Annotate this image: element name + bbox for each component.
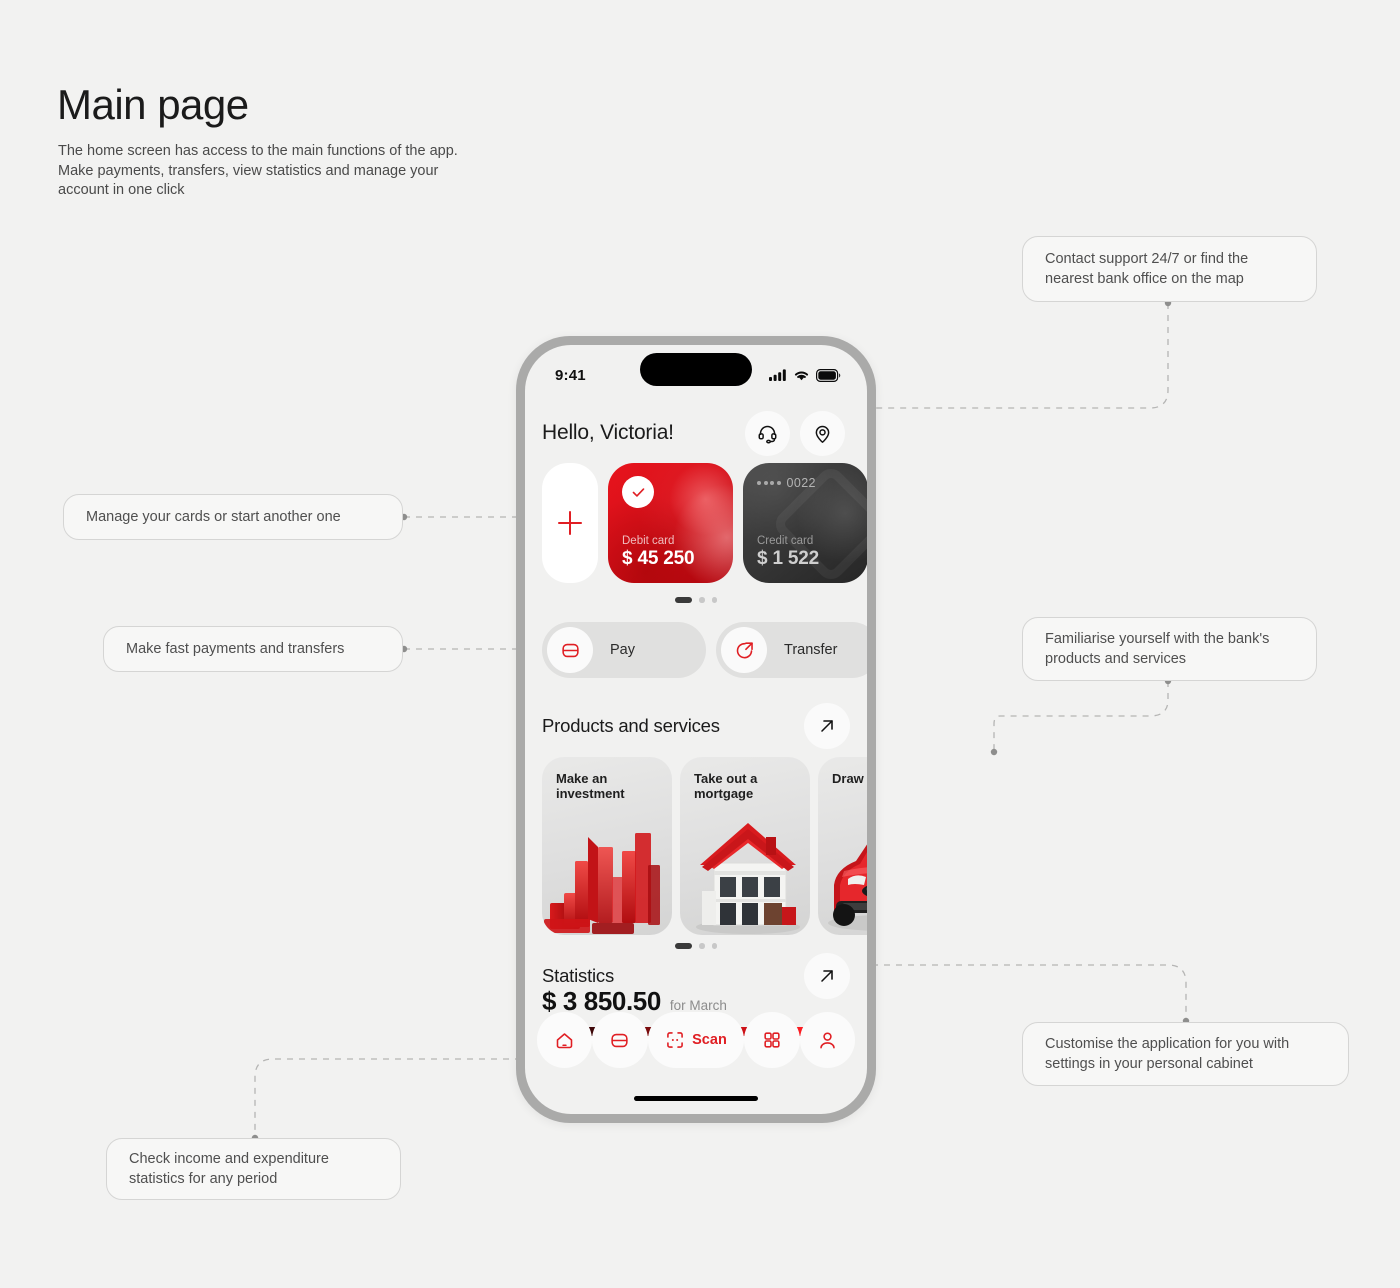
pagination-active <box>675 597 692 603</box>
callout-cards: Manage your cards or start another one <box>63 494 403 540</box>
bottom-tab-bar: Scan <box>537 1012 855 1068</box>
poster-canvas: Main page The home screen has access to … <box>0 0 1400 1288</box>
arrow-up-right-icon <box>821 720 833 732</box>
transfer-icon-wrap <box>721 627 767 673</box>
statistics-open-button[interactable] <box>804 953 850 999</box>
transfer-button[interactable]: Transfer <box>716 622 867 678</box>
products-carousel[interactable]: Make an investment Take out a mortgage D… <box>542 757 867 935</box>
callout-support-map-text: Contact support 24/7 or find the nearest… <box>1045 250 1249 287</box>
phone-screen: 9:41 Hello, Victoria! Debit card $ 45 25… <box>525 345 867 1114</box>
greeting-row: Hello, Victoria! <box>525 407 867 459</box>
card-credit-label: Credit card <box>757 535 814 547</box>
pay-label: Pay <box>610 642 635 658</box>
map-button[interactable] <box>800 410 845 456</box>
location-pin-icon <box>815 425 830 443</box>
card-credit-amount: $ 1 522 <box>757 548 819 569</box>
callout-products: Familiarise yourself with the bank's pro… <box>1022 617 1317 681</box>
card-debit-info: Debit card $ 45 250 <box>622 535 719 570</box>
card-debit-top <box>622 476 719 508</box>
pagination-dot <box>699 597 705 603</box>
statistics-period: for March <box>669 998 727 1013</box>
tab-scan-label: Scan <box>692 1032 727 1048</box>
card-credit-mask-dots <box>757 481 781 485</box>
card-credit[interactable]: 0022 Credit card $ 1 522 <box>743 463 867 583</box>
callout-support-map: Contact support 24/7 or find the nearest… <box>1022 236 1317 302</box>
headset-icon <box>758 425 777 444</box>
cards-pagination[interactable] <box>525 597 867 603</box>
home-icon <box>556 1032 573 1048</box>
callout-payments-text: Make fast payments and transfers <box>126 640 345 657</box>
product-card-investment[interactable]: Make an investment <box>542 757 672 935</box>
house-art <box>696 823 800 934</box>
status-bar: 9:41 <box>525 345 867 393</box>
callout-products-text: Familiarise yourself with the bank's pro… <box>1045 630 1270 667</box>
callout-statistics: Check income and expenditure statistics … <box>106 1138 401 1200</box>
product-title: Draw up a loan <box>832 771 867 786</box>
scan-icon <box>667 1032 684 1048</box>
card-debit[interactable]: Debit card $ 45 250 <box>608 463 733 583</box>
products-title: Products and services <box>542 715 720 736</box>
products-pagination[interactable] <box>525 943 867 949</box>
card-pay-icon <box>561 643 579 657</box>
arrow-up-right-icon <box>821 970 833 982</box>
product-card-loan[interactable]: Draw up a loan <box>818 757 867 935</box>
card-credit-info: Credit card $ 1 522 <box>757 535 854 570</box>
status-clock: 9:41 <box>555 366 586 384</box>
cellular-signal-icon <box>769 369 786 381</box>
tab-cards[interactable] <box>592 1012 648 1068</box>
greeting-actions <box>745 410 845 456</box>
pay-button[interactable]: Pay <box>542 622 706 678</box>
investment-bars-art <box>544 833 660 934</box>
pagination-dot <box>711 597 717 603</box>
car-art <box>828 844 867 931</box>
callout-settings: Customise the application for you with s… <box>1022 1022 1349 1086</box>
statistics-title: Statistics <box>542 965 615 986</box>
plus-icon <box>558 511 582 535</box>
products-header: Products and services <box>542 703 850 749</box>
quick-actions: Pay Transfer <box>542 622 867 678</box>
card-icon <box>611 1033 629 1047</box>
pagination-active <box>675 943 692 949</box>
product-title: Make an investment <box>556 771 625 802</box>
home-indicator <box>634 1096 758 1101</box>
pay-icon-wrap <box>547 627 593 673</box>
transfer-arrow-icon <box>736 641 753 658</box>
tab-scan[interactable]: Scan <box>647 1012 745 1068</box>
transfer-label: Transfer <box>784 642 838 658</box>
callout-settings-text: Customise the application for you with s… <box>1045 1035 1290 1072</box>
wifi-icon <box>794 371 809 381</box>
check-icon <box>632 487 644 497</box>
callout-cards-text: Manage your cards or start another one <box>86 508 341 525</box>
card-debit-amount: $ 45 250 <box>622 548 695 569</box>
product-card-mortgage[interactable]: Take out a mortgage <box>680 757 810 935</box>
card-debit-label: Debit card <box>622 535 675 547</box>
card-credit-top: 0022 <box>757 476 854 490</box>
status-icons <box>769 368 841 382</box>
grid-icon <box>764 1032 780 1048</box>
tab-profile[interactable] <box>799 1012 855 1068</box>
pagination-dot <box>711 943 717 949</box>
greeting-text: Hello, Victoria! <box>542 421 674 444</box>
callout-statistics-text: Check income and expenditure statistics … <box>129 1150 329 1187</box>
cards-carousel[interactable]: Debit card $ 45 250 0022 Credit card $ 1… <box>542 463 867 583</box>
add-card-button[interactable] <box>542 463 598 583</box>
products-open-button[interactable] <box>804 703 850 749</box>
person-icon <box>820 1031 835 1048</box>
support-button[interactable] <box>745 410 790 456</box>
phone-mockup: 9:41 Hello, Victoria! Debit card $ 45 25… <box>516 336 876 1123</box>
battery-icon <box>816 368 841 382</box>
product-title: Take out a mortgage <box>694 771 758 802</box>
card-selected-badge <box>622 476 654 508</box>
pagination-dot <box>699 943 705 949</box>
card-credit-number: 0022 <box>786 476 816 490</box>
tab-services[interactable] <box>744 1012 800 1068</box>
dynamic-island <box>640 353 752 386</box>
tab-home[interactable] <box>537 1012 593 1068</box>
callout-payments: Make fast payments and transfers <box>103 626 403 672</box>
